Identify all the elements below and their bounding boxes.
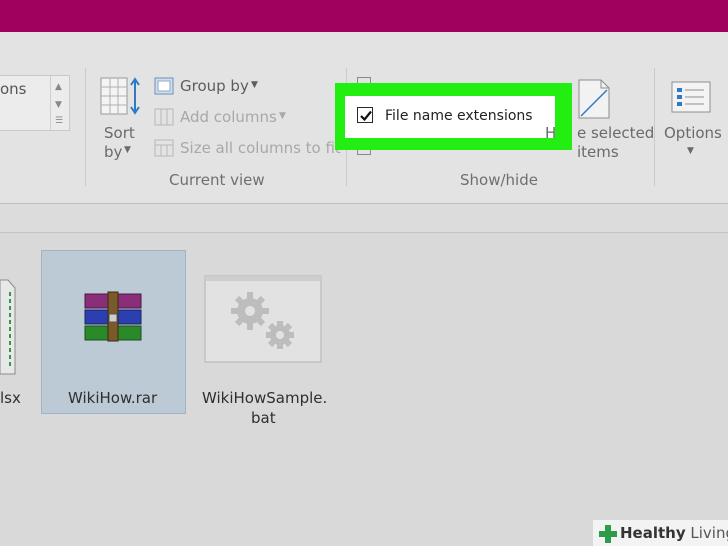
add-columns-button: Add columns bbox=[180, 108, 277, 126]
watermark-brand-a: Healthy bbox=[620, 524, 686, 542]
window-titlebar bbox=[0, 0, 728, 32]
file-name-line2[interactable]: bat bbox=[251, 409, 276, 427]
file-name[interactable]: lsx bbox=[0, 389, 21, 407]
group-by-button[interactable]: Group by bbox=[180, 77, 249, 95]
add-columns-icon bbox=[154, 108, 174, 126]
checkmark-icon bbox=[360, 110, 372, 122]
address-bar[interactable] bbox=[0, 204, 728, 233]
batch-file-icon[interactable] bbox=[204, 275, 322, 363]
group-label-current-view: Current view bbox=[169, 171, 265, 189]
hide-selected-line1[interactable]: e selected bbox=[577, 124, 654, 142]
scroll-down-icon[interactable]: ▼ bbox=[55, 100, 62, 110]
sort-by-line1[interactable]: Sort bbox=[104, 124, 135, 142]
options-button[interactable]: Options bbox=[664, 124, 722, 142]
hide-selected-line2[interactable]: items bbox=[577, 143, 619, 161]
group-label-show-hide: Show/hide bbox=[460, 171, 538, 189]
ribbon-separator bbox=[85, 68, 86, 186]
file-name-line1[interactable]: WikiHowSample. bbox=[202, 389, 327, 407]
sort-by-line2[interactable]: by bbox=[104, 143, 122, 161]
scroll-up-icon[interactable]: ▲ bbox=[55, 82, 62, 92]
file-name-extensions-label[interactable]: File name extensions bbox=[385, 108, 533, 124]
file-name[interactable]: WikiHow.rar bbox=[68, 389, 157, 407]
chevron-down-icon: ▼ bbox=[279, 111, 286, 121]
layout-gallery-scroll[interactable]: ▲ ▼ ☰ bbox=[50, 76, 70, 130]
excel-file-icon[interactable] bbox=[0, 270, 16, 380]
chevron-down-icon[interactable]: ▼ bbox=[251, 80, 258, 90]
gallery-more-icon[interactable]: ☰ bbox=[55, 116, 63, 126]
chevron-down-icon[interactable]: ▼ bbox=[687, 146, 694, 156]
layout-gallery-label[interactable]: ons bbox=[0, 80, 27, 98]
watermark-text: Healthy Living bbox=[620, 524, 728, 542]
hide-selected-items-icon[interactable] bbox=[577, 78, 611, 120]
hide-selected-prefix[interactable]: H bbox=[545, 124, 556, 142]
chevron-down-icon[interactable]: ▼ bbox=[124, 145, 131, 155]
ribbon-separator bbox=[654, 68, 655, 186]
healthy-living-logo-icon bbox=[599, 525, 617, 543]
group-by-icon[interactable] bbox=[154, 77, 174, 95]
watermark-brand-b: Living bbox=[690, 524, 728, 542]
options-icon[interactable] bbox=[670, 80, 714, 116]
size-all-columns-button: Size all columns to fit bbox=[180, 139, 341, 157]
sort-by-icon[interactable] bbox=[100, 76, 140, 118]
file-name-extensions-checkbox[interactable] bbox=[357, 107, 373, 123]
winrar-archive-icon bbox=[84, 291, 142, 342]
size-columns-icon bbox=[154, 139, 174, 157]
